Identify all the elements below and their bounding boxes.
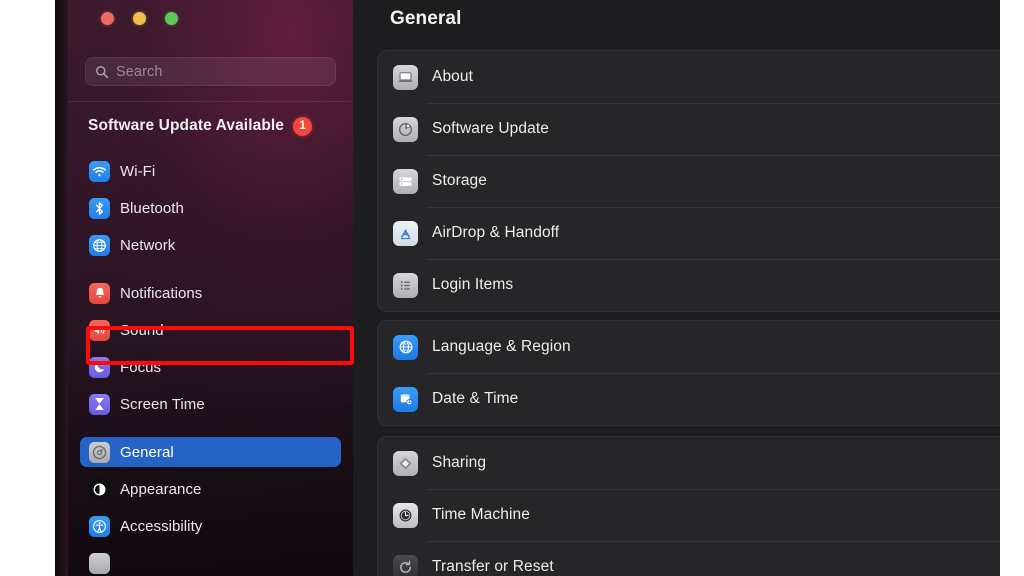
sidebar-item-label: Sound (120, 321, 164, 339)
settings-row-label: Storage (432, 172, 487, 189)
settings-row-date-time[interactable]: Date & Time (378, 373, 1000, 425)
sidebar-list: Wi-Fi Bluetooth Network Notifications So… (68, 156, 353, 576)
minimize-button[interactable] (133, 12, 146, 25)
network-icon (89, 234, 110, 256)
sidebar-item-screen-time[interactable]: Screen Time (80, 389, 341, 419)
date-time-icon (393, 386, 418, 412)
settings-row-transfer-reset[interactable]: Transfer or Reset (378, 541, 1000, 576)
close-button[interactable] (101, 12, 114, 25)
settings-row-label: Time Machine (432, 506, 530, 523)
appearance-icon (89, 478, 110, 500)
window-controls (101, 12, 178, 25)
sidebar-item-sound[interactable]: Sound (80, 315, 341, 345)
settings-row-label: Sharing (432, 454, 487, 471)
focus-icon (89, 356, 110, 378)
settings-row-software-update[interactable]: Software Update (378, 103, 1000, 155)
settings-row-label: Date & Time (432, 390, 519, 407)
sidebar-item-label: Accessibility (120, 517, 203, 535)
settings-row-label: Login Items (432, 276, 514, 293)
settings-row-sharing[interactable]: Sharing (378, 437, 1000, 489)
notifications-icon (89, 282, 110, 304)
sidebar-item-label: Wi-Fi (120, 162, 156, 180)
settings-group-3: Sharing Time Machine Transfer or Reset (377, 436, 1000, 576)
settings-sidebar: Search Software Update Available 1 Wi-Fi… (68, 0, 354, 576)
sidebar-group-system: Notifications Sound Focus Screen Time (68, 278, 353, 419)
software-update-badge: 1 (293, 116, 313, 136)
settings-row-label: Transfer or Reset (432, 558, 554, 575)
software-update-notice-label: Software Update Available (88, 117, 285, 134)
time-machine-icon (393, 502, 418, 528)
settings-row-airdrop-handoff[interactable]: AirDrop & Handoff (378, 207, 1000, 259)
sidebar-item-label: Focus (120, 358, 162, 376)
sidebar-item-label: Notifications (120, 284, 203, 302)
airdrop-icon (393, 220, 418, 246)
settings-group-2: Language & Region Date & Time (377, 320, 1000, 426)
system-settings-window: Search Software Update Available 1 Wi-Fi… (55, 0, 1000, 576)
sidebar-item-bluetooth[interactable]: Bluetooth (80, 193, 341, 223)
search-field[interactable]: Search (85, 57, 336, 86)
screen-time-icon (89, 393, 110, 415)
sidebar-item-appearance[interactable]: Appearance (80, 474, 341, 504)
accessibility-icon (89, 515, 110, 537)
sidebar-item-label: Appearance (120, 480, 202, 498)
settings-row-label: AirDrop & Handoff (432, 224, 560, 241)
settings-row-about[interactable]: About (378, 51, 1000, 103)
login-items-icon (393, 272, 418, 298)
sidebar-item-label: Network (120, 236, 176, 254)
zoom-button[interactable] (165, 12, 178, 25)
sidebar-divider (68, 101, 353, 102)
general-icon (89, 441, 110, 463)
settings-row-login-items[interactable]: Login Items (378, 259, 1000, 311)
window-edge-seam (55, 0, 68, 576)
sidebar-item-accessibility[interactable]: Accessibility (80, 511, 341, 541)
storage-icon (393, 168, 418, 194)
software-update-icon (393, 116, 418, 142)
settings-row-language-region[interactable]: Language & Region (378, 321, 1000, 373)
sidebar-group-general: General Appearance Accessibility (68, 437, 353, 576)
software-update-notice[interactable]: Software Update Available 1 (88, 113, 339, 139)
bluetooth-icon (89, 197, 110, 219)
search-placeholder: Search (116, 63, 163, 80)
settings-group-1: About Software Update Storage AirDrop & … (377, 50, 1000, 312)
wifi-icon (89, 160, 110, 182)
sidebar-item-network[interactable]: Network (80, 230, 341, 260)
sidebar-item-wifi[interactable]: Wi-Fi (80, 156, 341, 186)
sound-icon (89, 319, 110, 341)
sidebar-group-connectivity: Wi-Fi Bluetooth Network (68, 156, 353, 260)
transfer-reset-icon (393, 554, 418, 576)
settings-row-label: Software Update (432, 120, 549, 137)
control-center-icon (89, 552, 110, 574)
sidebar-item-general[interactable]: General (80, 437, 341, 467)
sidebar-item-label: Bluetooth (120, 199, 184, 217)
search-icon (96, 65, 109, 78)
sidebar-item-partial-cutoff[interactable] (80, 548, 341, 576)
sidebar-item-notifications[interactable]: Notifications (80, 278, 341, 308)
sidebar-item-label: Screen Time (120, 395, 205, 413)
sharing-icon (393, 450, 418, 476)
sidebar-item-label: General (120, 443, 174, 461)
settings-row-time-machine[interactable]: Time Machine (378, 489, 1000, 541)
page-title: General (390, 8, 462, 29)
settings-row-label: About (432, 68, 474, 85)
settings-row-storage[interactable]: Storage (378, 155, 1000, 207)
globe-icon (393, 334, 418, 360)
sidebar-item-focus[interactable]: Focus (80, 352, 341, 382)
laptop-icon (393, 64, 418, 90)
screenshot-root: Search Software Update Available 1 Wi-Fi… (0, 0, 1024, 576)
settings-content-pane: General About Software Update Storage Ai… (353, 0, 1000, 576)
settings-row-label: Language & Region (432, 338, 571, 355)
